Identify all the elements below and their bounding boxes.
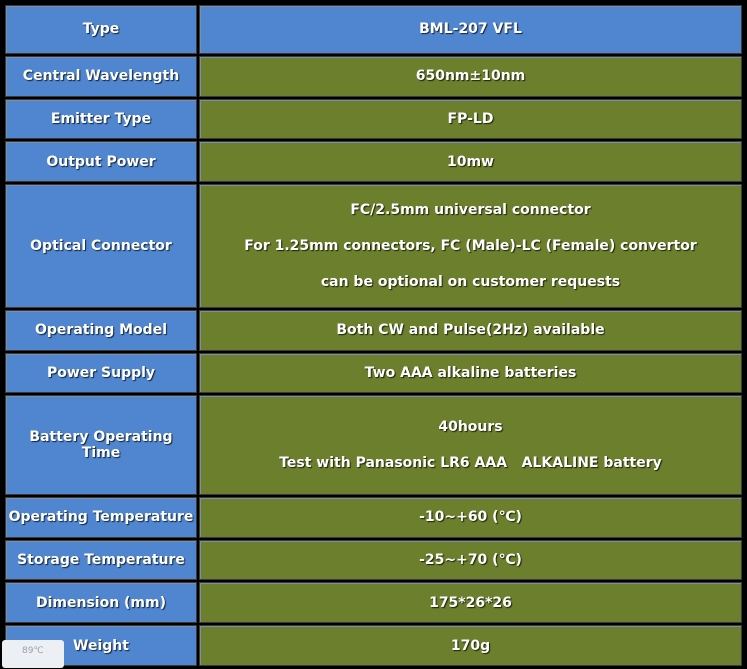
row-label: Dimension (mm) xyxy=(5,582,197,624)
value-line: can be optional on customer requests xyxy=(320,273,621,290)
table-row-central-wavelength: Central Wavelength 650nm±10nm xyxy=(5,55,742,97)
row-value: 170g xyxy=(199,625,742,666)
row-label: Emitter Type xyxy=(5,98,197,140)
row-value: 650nm±10nm xyxy=(199,55,742,97)
table-row-storage-temperature: Storage Temperature -25~+70 (℃) xyxy=(5,539,742,581)
value-line: 40hours xyxy=(438,419,503,436)
table-row-power-supply: Power Supply Two AAA alkaline batteries xyxy=(5,352,742,394)
table-row-operating-model: Operating Model Both CW and Pulse(2Hz) a… xyxy=(5,310,742,351)
table-row-optical-connector: Optical Connector FC/2.5mm universal con… xyxy=(5,183,742,309)
row-label: Operating Temperature xyxy=(5,497,197,538)
table-row-type: Type BML-207 VFL xyxy=(5,5,742,54)
row-value: BML-207 VFL xyxy=(199,5,742,54)
table-row-dimension: Dimension (mm) 175*26*26 xyxy=(5,582,742,624)
row-value: 175*26*26 xyxy=(199,582,742,624)
row-value: -10~+60 (℃) xyxy=(199,497,742,538)
row-label: Type xyxy=(5,5,197,54)
value-line: Test with Panasonic LR6 AAA ALKALINE bat… xyxy=(279,455,662,472)
row-label: Operating Model xyxy=(5,310,197,351)
row-value: Both CW and Pulse(2Hz) available xyxy=(199,310,742,351)
temperature-badge: 89℃ xyxy=(2,640,64,668)
row-label: Optical Connector xyxy=(5,183,197,309)
value-line: FC/2.5mm universal connector xyxy=(350,201,591,218)
row-value: Two AAA alkaline batteries xyxy=(199,352,742,394)
table-row-operating-temperature: Operating Temperature -10~+60 (℃) xyxy=(5,497,742,538)
row-value: 10mw xyxy=(199,141,742,182)
row-label: Central Wavelength xyxy=(5,55,197,97)
row-value: 40hours Test with Panasonic LR6 AAA ALKA… xyxy=(199,395,742,496)
table-row-battery-operating-time: Battery Operating Time 40hours Test with… xyxy=(5,395,742,496)
row-value: FC/2.5mm universal connector For 1.25mm … xyxy=(199,183,742,309)
value-line: For 1.25mm connectors, FC (Male)-LC (Fem… xyxy=(244,237,697,254)
table-row-weight: Weight 170g xyxy=(5,625,742,666)
row-label: Storage Temperature xyxy=(5,539,197,581)
row-label: Battery Operating Time xyxy=(5,395,197,496)
row-value: -25~+70 (℃) xyxy=(199,539,742,581)
spec-table: Type BML-207 VFL Central Wavelength 650n… xyxy=(3,3,744,668)
row-value: FP-LD xyxy=(199,98,742,140)
table-row-emitter-type: Emitter Type FP-LD xyxy=(5,98,742,140)
row-label: Output Power xyxy=(5,141,197,182)
row-label: Power Supply xyxy=(5,352,197,394)
table-row-output-power: Output Power 10mw xyxy=(5,141,742,182)
